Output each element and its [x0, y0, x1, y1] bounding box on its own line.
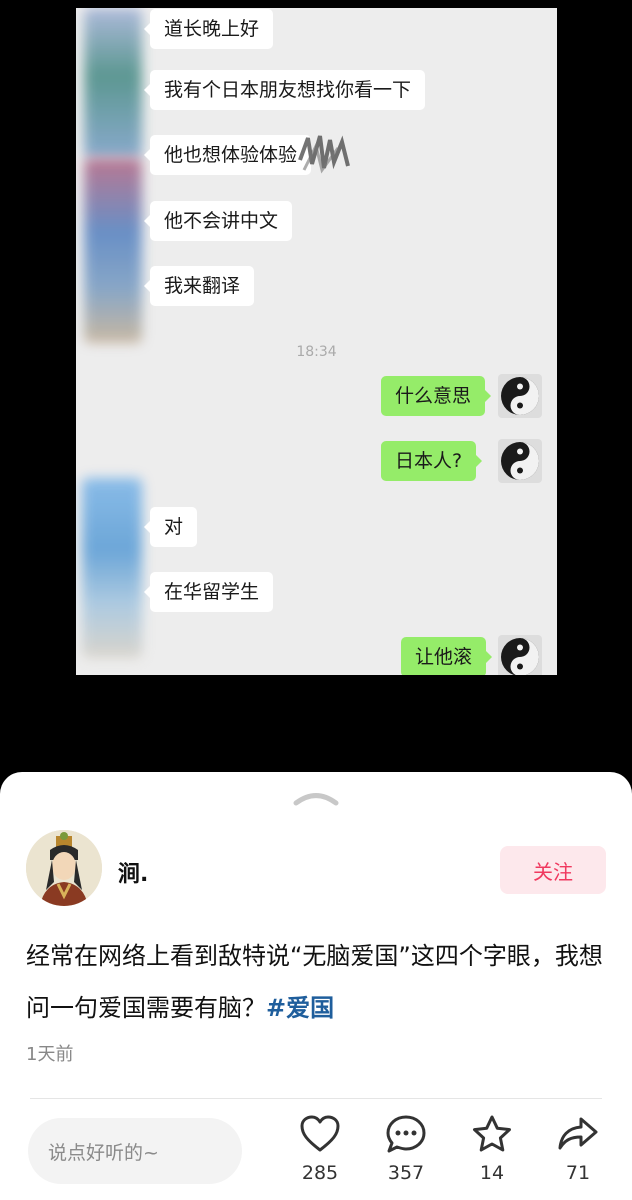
chat-timestamp: 18:34: [296, 344, 337, 360]
yin-yang-avatar: [498, 374, 542, 418]
screen: { "chat": { "messages": [ {"text": "道长晚上…: [0, 0, 632, 1200]
comment-input[interactable]: 说点好听的~: [28, 1118, 242, 1184]
author-avatar[interactable]: [26, 830, 102, 906]
yin-yang-avatar: [498, 439, 542, 483]
comment-button[interactable]: 357: [376, 1114, 436, 1194]
post-text: 经常在网络上看到敌特说“无脑爱国”这四个字眼，我想问一句爱国需要有脑？#爱国: [26, 930, 606, 1034]
scribble-mark: [298, 135, 350, 174]
favorite-button[interactable]: 14: [462, 1114, 522, 1194]
blurred-avatar: [84, 158, 142, 343]
share-count: 71: [565, 1162, 591, 1184]
chat-message-mine: 让他滚: [401, 637, 493, 675]
post-time: 1天前: [26, 1044, 74, 1065]
share-button[interactable]: 71: [548, 1114, 608, 1194]
heart-icon: [300, 1115, 340, 1152]
blurred-avatar: [84, 8, 142, 158]
like-button[interactable]: 285: [290, 1114, 350, 1194]
chat-message-mine: 什么意思: [381, 376, 492, 416]
chat-message: 他不会讲中文: [143, 201, 293, 241]
comment-count: 357: [387, 1162, 425, 1184]
collapse-handle-icon[interactable]: [292, 790, 340, 806]
chat-message: 他也想体验体验: [143, 135, 312, 175]
comment-bubble-icon: [386, 1115, 426, 1153]
divider: [30, 1098, 602, 1099]
star-icon: [473, 1115, 511, 1152]
yin-yang-avatar: [498, 635, 542, 675]
chat-message: 我有个日本朋友想找你看一下: [143, 70, 426, 110]
author-name[interactable]: 涧.: [118, 856, 148, 888]
follow-button[interactable]: 关注: [500, 846, 606, 894]
hashtag-link[interactable]: #爱国: [266, 994, 334, 1022]
chat-message: 我来翻译: [143, 266, 255, 306]
chat-message: 在华留学生: [143, 572, 274, 612]
chat-message: 对: [143, 507, 198, 547]
share-arrow-icon: [558, 1117, 598, 1150]
like-count: 285: [301, 1162, 339, 1184]
chat-message: 道长晚上好: [143, 9, 274, 49]
chat-message-mine: 日本人?: [381, 441, 483, 481]
blurred-avatar: [82, 478, 142, 658]
favorite-count: 14: [479, 1162, 505, 1184]
chat-screenshot: 道长晚上好 我有个日本朋友想找你看一下 他也想体验体验 他不会讲中文 我来翻译 …: [76, 8, 557, 675]
